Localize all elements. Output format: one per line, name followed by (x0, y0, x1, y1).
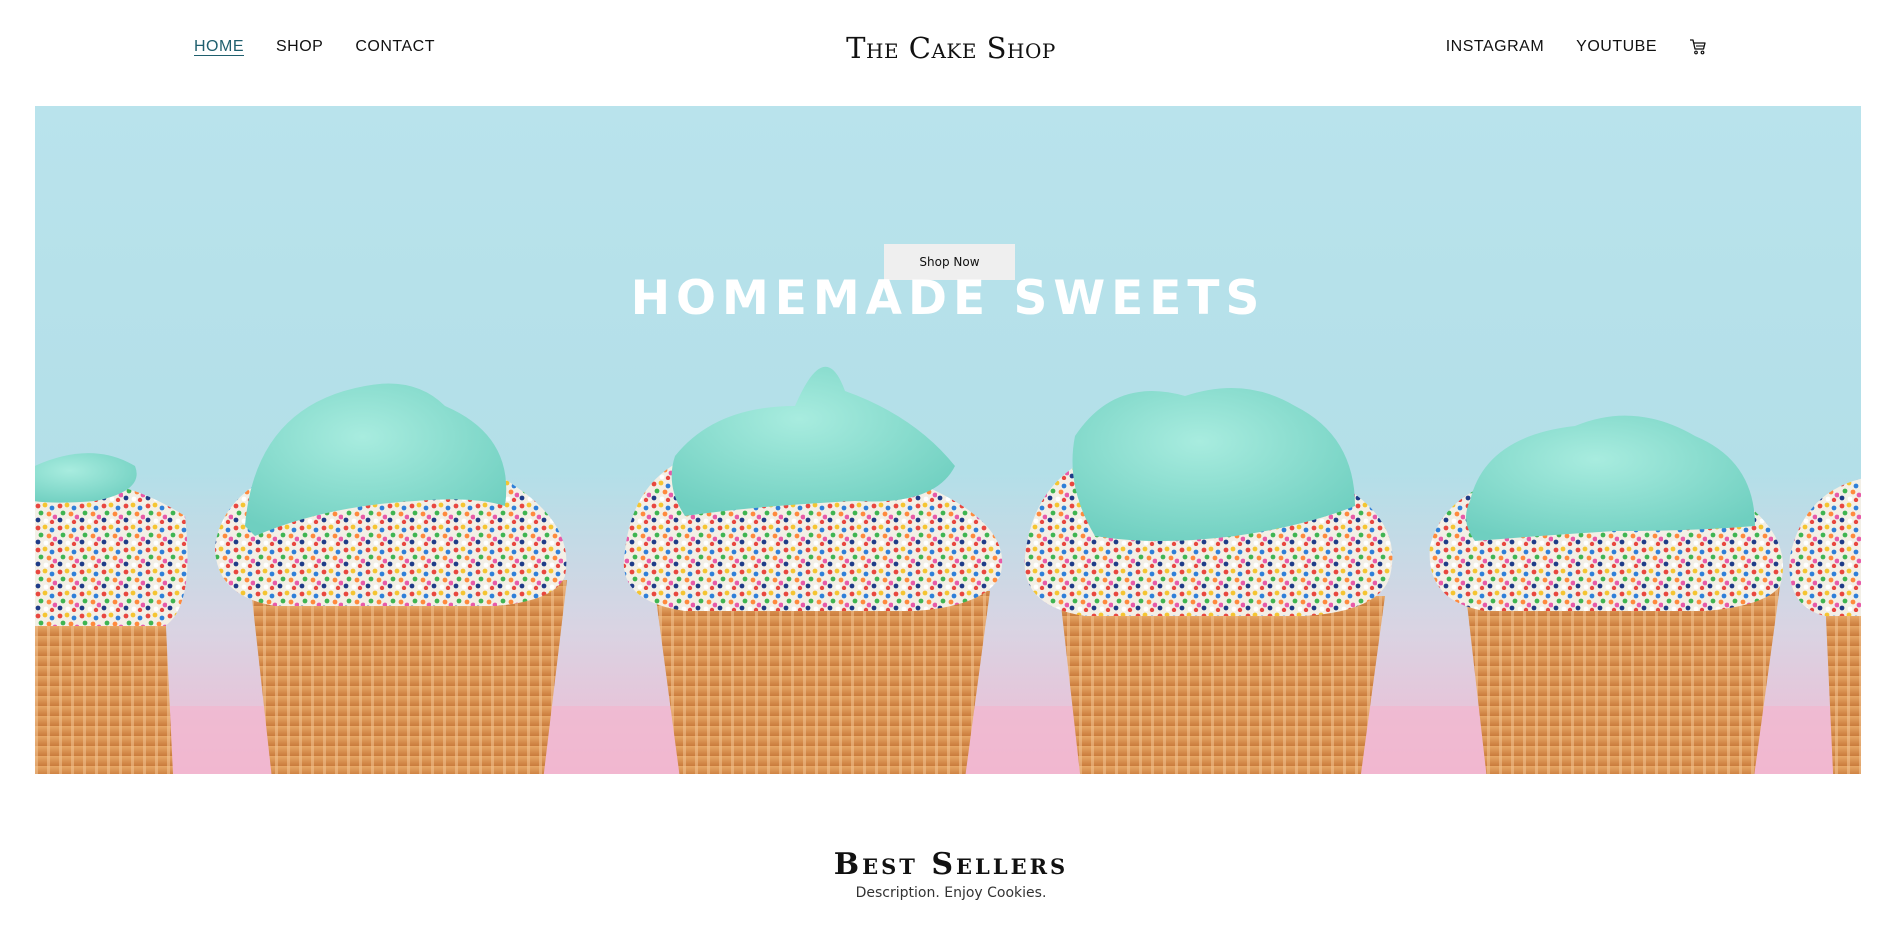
hero-banner: Shop Now HOMEMADE SWEETS (35, 106, 1861, 774)
best-sellers-title: Best Sellers (833, 847, 1069, 882)
social-nav: INSTAGRAM YOUTUBE (1446, 37, 1707, 57)
cupcakes-image (35, 366, 1861, 774)
nav-youtube-link[interactable]: YOUTUBE (1576, 37, 1657, 57)
cart-icon[interactable] (1689, 38, 1707, 56)
site-header: HOME SHOP CONTACT The Cake Shop INSTAGRA… (0, 0, 1902, 106)
nav-instagram-link[interactable]: INSTAGRAM (1446, 37, 1544, 57)
page: HOME SHOP CONTACT The Cake Shop INSTAGRA… (0, 0, 1902, 947)
best-sellers-description: Description. Enjoy Cookies. (855, 885, 1047, 901)
hero-title: HOMEMADE SWEETS (630, 271, 1266, 326)
